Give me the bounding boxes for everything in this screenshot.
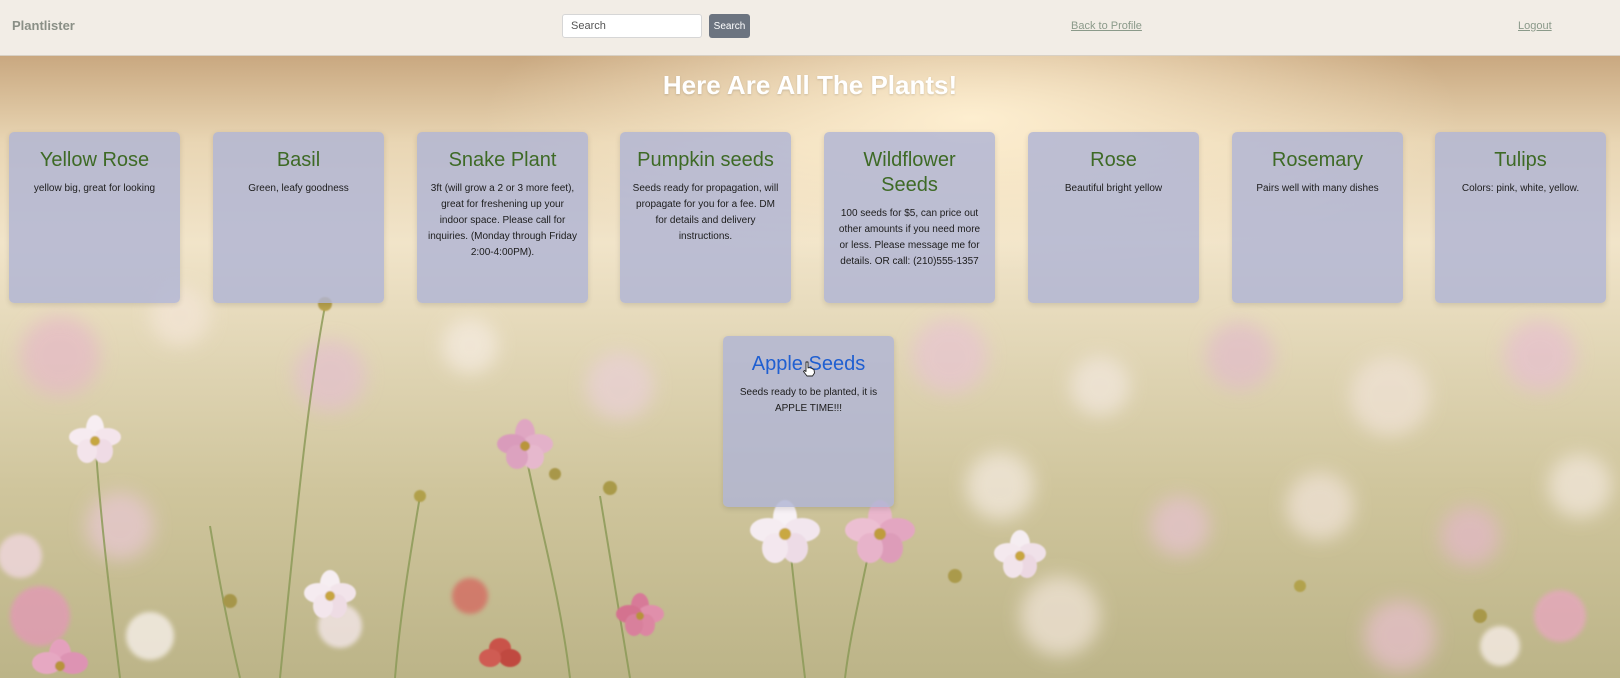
plant-card-title[interactable]: Rosemary: [1242, 148, 1393, 173]
plant-card-title[interactable]: Rose: [1038, 148, 1189, 173]
plant-card-description: 3ft (will grow a 2 or 3 more feet), grea…: [428, 183, 577, 258]
plant-card[interactable]: Rose Beautiful bright yellow: [1028, 132, 1199, 303]
plant-card-description: 100 seeds for $5, can price out other am…: [838, 208, 981, 267]
navbar: Plantlister Search Back to Profile Logou…: [0, 0, 1620, 56]
plant-card-title[interactable]: Yellow Rose: [19, 148, 170, 173]
plant-card[interactable]: Basil Green, leafy goodness: [213, 132, 384, 303]
plants-page-background: Here Are All The Plants! Yellow Rose yel…: [0, 56, 1620, 678]
plant-card-title[interactable]: Pumpkin seeds: [630, 148, 781, 173]
plant-card-title[interactable]: Tulips: [1445, 148, 1596, 173]
plant-card-title[interactable]: Apple Seeds: [733, 352, 884, 377]
page-title: Here Are All The Plants!: [662, 70, 958, 100]
plant-card[interactable]: Snake Plant 3ft (will grow a 2 or 3 more…: [417, 132, 588, 303]
plant-card-description: yellow big, great for looking: [33, 183, 156, 194]
plant-card-title[interactable]: Snake Plant: [427, 148, 578, 173]
plant-card[interactable]: Yellow Rose yellow big, great for lookin…: [9, 132, 180, 303]
plant-card-description: Pairs well with many dishes: [1256, 183, 1379, 194]
plant-card-description: Seeds ready to be planted, it is APPLE T…: [739, 387, 878, 414]
plant-card[interactable]: Tulips Colors: pink, white, yellow.: [1435, 132, 1606, 303]
back-to-profile-link[interactable]: Back to Profile: [1071, 20, 1142, 32]
plant-card-description: Beautiful bright yellow: [1064, 183, 1163, 194]
logout-link[interactable]: Logout: [1518, 20, 1552, 32]
plant-card-title[interactable]: Wildflower Seeds: [834, 148, 985, 198]
plant-card[interactable]: Wildflower Seeds 100 seeds for $5, can p…: [824, 132, 995, 303]
plant-card[interactable]: Pumpkin seeds Seeds ready for propagatio…: [620, 132, 791, 303]
plant-card[interactable]: Rosemary Pairs well with many dishes: [1232, 132, 1403, 303]
search-button[interactable]: Search: [709, 14, 750, 38]
plant-card-description: Colors: pink, white, yellow.: [1461, 183, 1580, 194]
search-input[interactable]: [562, 14, 702, 38]
plant-card-title[interactable]: Basil: [223, 148, 374, 173]
plant-card[interactable]: Apple Seeds Seeds ready to be planted, i…: [723, 336, 894, 507]
plant-card-description: Green, leafy goodness: [248, 183, 349, 194]
brand-logo[interactable]: Plantlister: [12, 18, 75, 33]
plant-card-description: Seeds ready for propagation, will propag…: [632, 183, 779, 242]
